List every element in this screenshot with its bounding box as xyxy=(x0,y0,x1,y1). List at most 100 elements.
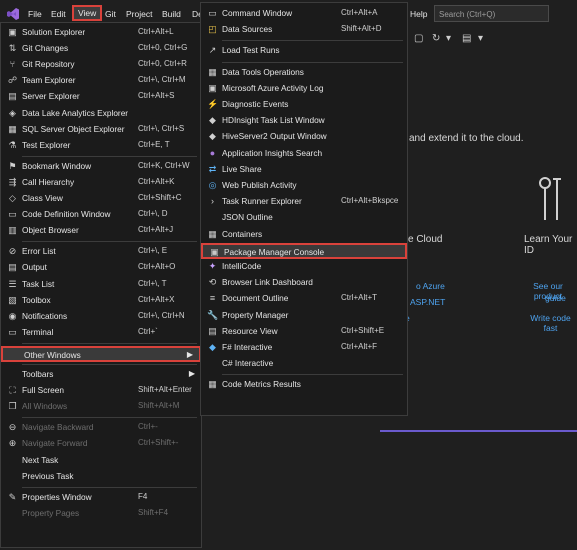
menu-item-previous-task[interactable]: Previous Task xyxy=(1,469,201,485)
menu-item-live-share[interactable]: ⇄ Live Share xyxy=(201,162,407,178)
menu-item-label: Code Definition Window xyxy=(22,209,111,220)
menu-item-data-tools-operations[interactable]: ▦ Data Tools Operations xyxy=(201,65,407,81)
menu-item-server-explorer[interactable]: ▤ Server Explorer Ctrl+Alt+S xyxy=(1,89,201,105)
menu-item-f-interactive[interactable]: ◆ F# Interactive Ctrl+Alt+F xyxy=(201,340,407,356)
menu-item-label: Server Explorer xyxy=(22,91,80,102)
menu-edit[interactable]: Edit xyxy=(51,9,66,19)
menu-item-solution-explorer[interactable]: ▣ Solution Explorer Ctrl+Alt+L xyxy=(1,25,201,41)
menu-item-label: Test Explorer xyxy=(22,139,71,150)
load-test-icon: ↗ xyxy=(208,45,217,56)
menu-separator xyxy=(22,342,197,344)
menu-item-sql-server-object-explorer[interactable]: ▦ SQL Server Object Explorer Ctrl+\, Ctrl+… xyxy=(1,122,201,138)
menu-item-label: Team Explorer xyxy=(22,75,76,86)
menu-item-label: SQL Server Object Explorer xyxy=(22,123,125,134)
refresh-icon[interactable]: ↻ xyxy=(432,33,440,44)
menu-item-notifications[interactable]: ◉ Notifications Ctrl+\, Ctrl+N xyxy=(1,309,201,325)
dropdown-icon[interactable]: ▾ xyxy=(446,33,451,44)
menu-item-label: Package Manager Console xyxy=(224,246,325,257)
menu-item-test-explorer[interactable]: ⚗ Test Explorer Ctrl+E, T xyxy=(1,138,201,154)
menu-item-web-publish-activity[interactable]: ◎ Web Publish Activity xyxy=(201,178,407,194)
menu-item-git-repository[interactable]: ⑂ Git Repository Ctrl+0, Ctrl+R xyxy=(1,57,201,73)
menu-item-label: Error List xyxy=(22,246,56,257)
link-azure[interactable]: o Azure xyxy=(416,281,445,291)
dropdown-icon[interactable]: ▾ xyxy=(478,33,483,44)
menu-item-next-task[interactable]: Next Task xyxy=(1,453,201,469)
menu-git[interactable]: Git xyxy=(105,9,116,19)
command-window-icon: ▭ xyxy=(208,8,217,18)
menu-item-browser-link-dashboard[interactable]: ⟲ Browser Link Dashboard xyxy=(201,275,407,291)
menu-item-properties-window[interactable]: ✎ Properties Window F4 xyxy=(1,490,201,506)
menu-item-task-list[interactable]: ☰ Task List Ctrl+\, T xyxy=(1,277,201,293)
menu-item-error-list[interactable]: ⊘ Error List Ctrl+\, E xyxy=(1,244,201,260)
menu-project[interactable]: Project xyxy=(126,9,152,19)
navigate-forward-icon: ⊕ xyxy=(8,438,17,449)
menu-item-git-changes[interactable]: ⇅ Git Changes Ctrl+0, Ctrl+G xyxy=(1,41,201,57)
menu-item-shortcut: Ctrl+` xyxy=(138,326,158,336)
menu-item-label: C# Interactive xyxy=(222,358,274,369)
menu-separator xyxy=(22,364,197,365)
menu-file[interactable]: File xyxy=(28,9,42,19)
menu-item-label: Navigate Forward xyxy=(22,438,88,449)
code-metrics-icon: ▦ xyxy=(208,379,217,390)
menu-item-output[interactable]: ▤ Output Ctrl+Alt+O xyxy=(1,260,201,276)
menu-item-load-test-runs[interactable]: ↗ Load Test Runs xyxy=(201,43,407,59)
menu-item-data-lake-analytics-explorer[interactable]: ◈ Data Lake Analytics Explorer xyxy=(1,106,201,122)
menu-item-hiveserver2-output-window[interactable]: ◆ HiveServer2 Output Window xyxy=(201,129,407,145)
link-write-code[interactable]: Write code fast xyxy=(524,313,577,333)
live-share-icon: ⇄ xyxy=(208,163,217,174)
call-hierarchy-icon: ⇶ xyxy=(8,176,17,187)
menu-separator xyxy=(222,61,403,63)
menu-item-resource-view[interactable]: ▤ Resource View Ctrl+Shift+E xyxy=(201,324,407,340)
menu-item-label: Property Pages xyxy=(22,507,80,518)
menu-item-data-sources[interactable]: ◰ Data Sources Shift+Alt+D xyxy=(201,22,407,38)
document-outline-icon: ≡ xyxy=(209,293,216,304)
menu-item-json-outline[interactable]: JSON Outline xyxy=(201,210,407,226)
menu-item-hdinsight-task-list-window[interactable]: ◆ HDInsight Task List Window xyxy=(201,113,407,129)
menu-item-call-hierarchy[interactable]: ⇶ Call Hierarchy Ctrl+Alt+K xyxy=(1,175,201,191)
view-menu: ▣ Solution Explorer Ctrl+Alt+L ⇅ Git Changes… xyxy=(0,22,202,548)
link-guide[interactable]: guide xyxy=(545,293,566,303)
visual-studio-logo-icon[interactable] xyxy=(6,7,20,21)
menu-item-label: Data Lake Analytics Explorer xyxy=(22,107,129,118)
menu-item-diagnostic-events[interactable]: ⚡ Diagnostic Events xyxy=(201,97,407,113)
menu-item-command-window[interactable]: ▭ Command Window Ctrl+Alt+A xyxy=(201,6,407,22)
menu-item-property-manager[interactable]: 🔧 Property Manager xyxy=(201,308,407,324)
link-aspnet[interactable]: ASP.NET xyxy=(410,297,445,307)
git-changes-icon: ⇅ xyxy=(8,43,17,54)
menu-item-containers[interactable]: ▦ Containers xyxy=(201,227,407,243)
menu-item-label: Class View xyxy=(22,193,63,203)
team-explorer-icon: ☍ xyxy=(7,75,18,86)
menu-item-shortcut: Ctrl+Shift+E xyxy=(341,325,385,335)
menu-item-microsoft-azure-activity-log[interactable]: ▣ Microsoft Azure Activity Log xyxy=(201,81,407,97)
menu-item-toolbox[interactable]: ▧ Toolbox Ctrl+Alt+X xyxy=(1,293,201,309)
menu-item-full-screen[interactable]: ⛶ Full Screen Shift+Alt+Enter xyxy=(1,383,201,399)
menu-item-object-browser[interactable]: ▥ Object Browser Ctrl+Alt+J xyxy=(1,223,201,239)
menu-item-toolbars[interactable]: Toolbars ▶ xyxy=(1,367,201,383)
menu-item-label: Data Tools Operations xyxy=(222,66,304,77)
menu-item-team-explorer[interactable]: ☍ Team Explorer Ctrl+\, Ctrl+M xyxy=(1,73,201,89)
layout-icon[interactable]: ▤ xyxy=(462,33,471,44)
run-icon[interactable]: ▢ xyxy=(414,33,423,44)
menu-item-package-manager-console[interactable]: ▣ Package Manager Console xyxy=(201,242,407,259)
menu-view[interactable]: View xyxy=(72,5,103,21)
menu-build[interactable]: Build xyxy=(162,9,181,19)
menu-item-intellicode[interactable]: ✦ IntelliCode xyxy=(201,259,407,275)
menu-item-code-metrics-results[interactable]: ▦ Code Metrics Results xyxy=(201,377,407,393)
menu-help[interactable]: Help xyxy=(410,9,427,19)
menu-item-bookmark-window[interactable]: ⚑ Bookmark Window Ctrl+K, Ctrl+W xyxy=(1,159,201,175)
menu-item-application-insights-search[interactable]: ● Application Insights Search xyxy=(201,146,407,162)
search-input[interactable]: Search (Ctrl+Q) xyxy=(434,5,549,22)
menu-item-terminal[interactable]: ▭ Terminal Ctrl+` xyxy=(1,325,201,341)
menu-item-other-windows[interactable]: Other Windows ▶ xyxy=(1,345,201,362)
menu-item-shortcut: Ctrl+0, Ctrl+R xyxy=(138,59,187,69)
menu-item-label: Property Manager xyxy=(222,309,289,320)
menu-item-class-view[interactable]: ◇ Class View Ctrl+Shift+C xyxy=(1,191,201,207)
menu-item-label: Full Screen xyxy=(22,385,64,396)
menu-item-code-definition-window[interactable]: ▭ Code Definition Window Ctrl+\, D xyxy=(1,207,201,223)
menu-item-document-outline[interactable]: ≡ Document Outline Ctrl+Alt+T xyxy=(201,291,407,307)
error-list-icon: ⊘ xyxy=(8,246,17,257)
menu-item-task-runner-explorer[interactable]: › Task Runner Explorer Ctrl+Alt+Bkspce xyxy=(201,194,407,210)
terminal-icon: ▭ xyxy=(8,326,17,337)
menu-item-label: Navigate Backward xyxy=(22,422,94,433)
menu-item-c-interactive[interactable]: C# Interactive xyxy=(201,356,407,372)
